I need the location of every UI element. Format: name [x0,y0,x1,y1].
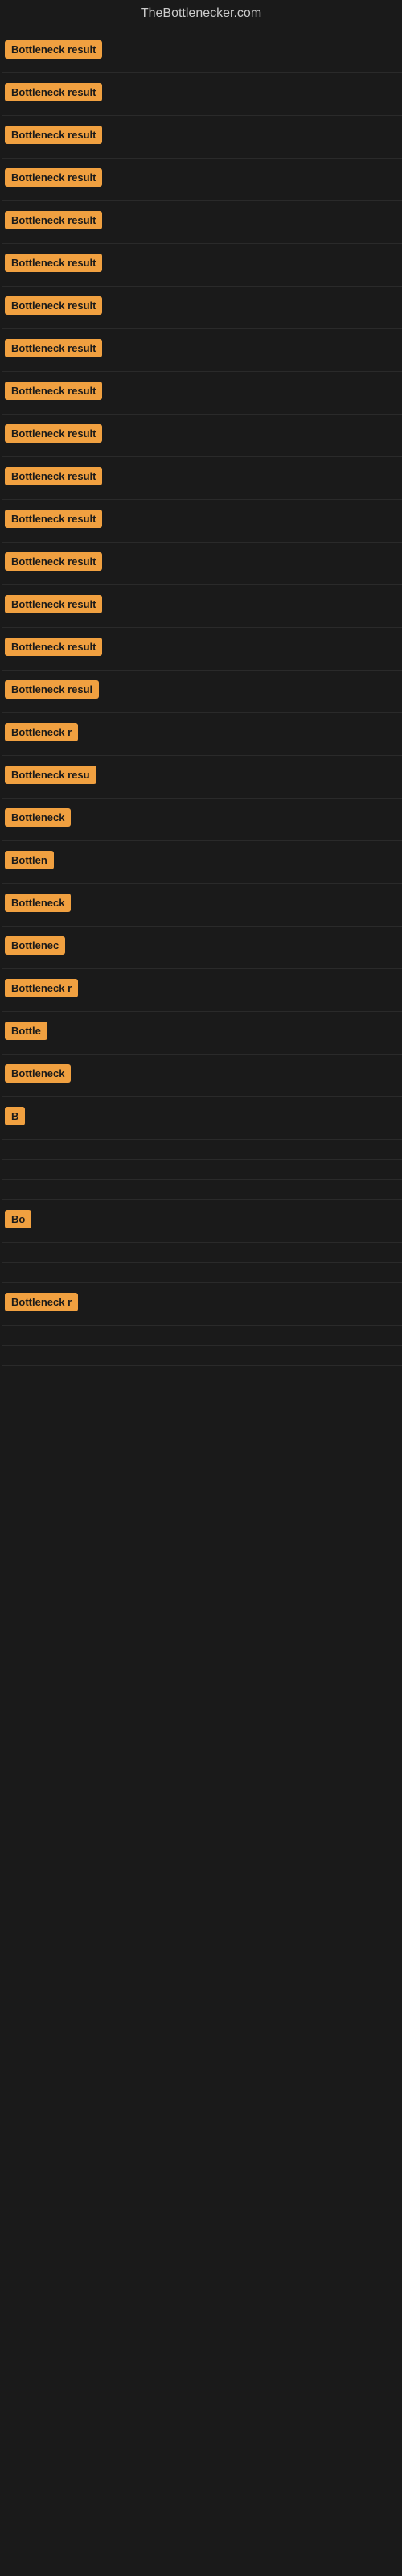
list-item: Bottleneck [2,799,402,841]
list-item [2,1140,402,1160]
bottleneck-badge[interactable]: Bottleneck [5,808,71,827]
list-item: Bottleneck result [2,159,402,201]
list-item: Bottleneck result [2,287,402,329]
list-item: Bottleneck result [2,628,402,671]
list-item [2,1180,402,1200]
bottleneck-badge[interactable]: Bottleneck result [5,424,102,443]
bottleneck-badge[interactable]: Bottlenec [5,936,65,955]
list-item: Bottleneck r [2,1283,402,1326]
bottleneck-badge[interactable]: Bottleneck result [5,382,102,400]
site-title-container: TheBottlenecker.com [0,0,402,31]
list-item: Bottleneck result [2,585,402,628]
bottleneck-badge[interactable]: Bottleneck result [5,510,102,528]
bottleneck-badge[interactable]: Bottle [5,1022,47,1040]
bottleneck-badge[interactable]: B [5,1107,25,1125]
list-item: Bottleneck result [2,201,402,244]
list-item: Bottleneck r [2,969,402,1012]
list-item: Bottleneck [2,1055,402,1097]
bottleneck-badge[interactable]: Bottlen [5,851,54,869]
list-item [2,1326,402,1346]
list-item [2,1346,402,1366]
bottleneck-badge[interactable]: Bottleneck result [5,296,102,315]
site-title: TheBottlenecker.com [0,0,402,31]
list-item: Bottleneck result [2,543,402,585]
bottleneck-badge[interactable]: Bottleneck resul [5,680,99,699]
bottleneck-badge[interactable]: Bottleneck result [5,467,102,485]
bottleneck-badge[interactable]: Bottleneck r [5,723,78,741]
list-item: Bottleneck resu [2,756,402,799]
list-item: Bottlenec [2,927,402,969]
list-item: Bottleneck result [2,415,402,457]
bottleneck-badge[interactable]: Bottleneck result [5,40,102,59]
bottleneck-badge[interactable]: Bottleneck result [5,595,102,613]
list-item: Bottleneck result [2,73,402,116]
list-item: B [2,1097,402,1140]
list-item: Bottlen [2,841,402,884]
list-item: Bottle [2,1012,402,1055]
bottleneck-badge[interactable]: Bottleneck result [5,254,102,272]
list-item: Bottleneck r [2,713,402,756]
bottleneck-badge[interactable]: Bottleneck r [5,1293,78,1311]
bottleneck-badge[interactable]: Bottleneck resu [5,766,96,784]
bottleneck-badge[interactable]: Bottleneck result [5,638,102,656]
list-item: Bottleneck result [2,457,402,500]
list-item: Bottleneck result [2,372,402,415]
list-item [2,1160,402,1180]
bottleneck-badge[interactable]: Bottleneck result [5,339,102,357]
bottleneck-badge[interactable]: Bottleneck result [5,83,102,101]
list-item: Bottleneck result [2,500,402,543]
list-item: Bottleneck [2,884,402,927]
bottleneck-badge[interactable]: Bottleneck result [5,126,102,144]
bottleneck-badge[interactable]: Bo [5,1210,31,1228]
bottleneck-badge[interactable]: Bottleneck [5,1064,71,1083]
bottleneck-badge[interactable]: Bottleneck result [5,552,102,571]
list-item: Bottleneck result [2,116,402,159]
list-item: Bottleneck result [2,31,402,73]
list-item: Bottleneck result [2,329,402,372]
bottleneck-list: Bottleneck result Bottleneck result Bottle… [0,31,402,1366]
list-item [2,1243,402,1263]
bottleneck-badge[interactable]: Bottleneck [5,894,71,912]
list-item: Bottleneck resul [2,671,402,713]
bottleneck-badge[interactable]: Bottleneck result [5,211,102,229]
bottleneck-badge[interactable]: Bottleneck result [5,168,102,187]
list-item [2,1263,402,1283]
bottleneck-badge[interactable]: Bottleneck r [5,979,78,997]
list-item: Bo [2,1200,402,1243]
list-item: Bottleneck result [2,244,402,287]
